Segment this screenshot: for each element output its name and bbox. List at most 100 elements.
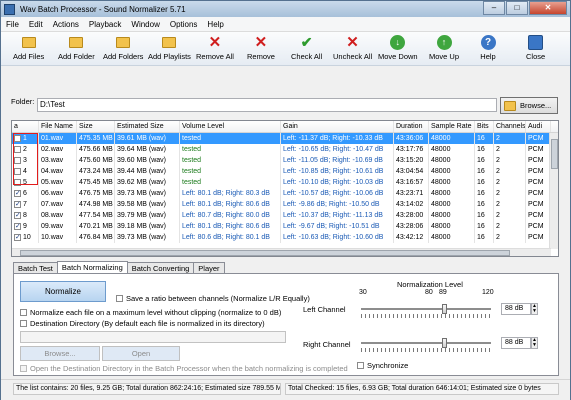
synchronize-checkbox-box[interactable] [357, 362, 364, 369]
row-volume-level: Left: 80.1 dB; Right: 80.3 dB [180, 188, 281, 199]
add-folder-button[interactable]: Add Folder [58, 35, 95, 61]
add-folders-button[interactable]: Add Folders [103, 35, 143, 61]
ratio-checkbox[interactable]: Save a ratio between channels (Normalize… [116, 294, 310, 303]
ratio-checkbox-box[interactable] [116, 295, 123, 302]
row-bits: 16 [475, 188, 494, 199]
maximize-button[interactable]: □ [506, 1, 528, 15]
table-row[interactable]: 5 05.wav 475.45 MB 39.62 MB (wav) tested Left… [12, 177, 558, 188]
table-row[interactable]: ✓ 7 07.wav 474.98 MB 39.58 MB (wav) Left: 80.… [12, 199, 558, 210]
col-header-est-size[interactable]: Estimated Size [115, 121, 180, 132]
dest-browse-button[interactable]: Browse... [20, 346, 100, 361]
row-checkbox[interactable]: ✓ [14, 233, 21, 241]
tab-batch-normalizing[interactable]: Batch Normalizing [56, 261, 128, 273]
col-header-sample-rate[interactable]: Sample Rate [429, 121, 475, 132]
add-playlists-button[interactable]: Add Playlists [148, 35, 191, 61]
tab-batch-converting[interactable]: Batch Converting [126, 262, 195, 273]
tab-batch-test[interactable]: Batch Test [13, 262, 58, 273]
menu-options[interactable]: Options [165, 20, 203, 29]
col-header-volume[interactable]: Volume Level [180, 121, 281, 132]
close-button[interactable]: Close [526, 35, 545, 61]
dest-open-button[interactable]: Open [102, 346, 180, 361]
col-header-channels[interactable]: Channels [494, 121, 526, 132]
row-checkbox-cell[interactable]: ✓ 6 [12, 188, 39, 199]
minimize-button[interactable]: – [483, 1, 505, 15]
table-row[interactable]: ✓ 9 09.wav 470.21 MB 39.18 MB (wav) Left: 80.… [12, 221, 558, 232]
col-header-duration[interactable]: Duration [394, 121, 429, 132]
col-header-check[interactable]: a [12, 121, 39, 132]
tab-player[interactable]: Player [193, 262, 225, 273]
row-checkbox[interactable]: ✓ [14, 211, 21, 219]
row-file-name: 02.wav [39, 144, 77, 155]
dest-dir-checkbox-box[interactable] [20, 320, 27, 327]
max-level-checkbox[interactable]: Normalize each file on a maximum level w… [20, 308, 281, 317]
right-channel-track[interactable] [361, 342, 491, 344]
left-channel-thumb[interactable] [441, 304, 447, 314]
app-icon [4, 3, 15, 15]
add-folder-label: Add Folder [58, 52, 95, 61]
right-channel-thumb[interactable] [441, 338, 447, 348]
row-checkbox[interactable]: ✓ [14, 222, 21, 230]
normalize-button[interactable]: Normalize [20, 281, 106, 302]
table-row[interactable]: 4 04.wav 473.24 MB 39.44 MB (wav) tested Left… [12, 166, 558, 177]
synchronize-checkbox[interactable]: Synchronize [357, 361, 408, 370]
move-down-label: Move Down [378, 52, 418, 61]
remove-all-button[interactable]: ✕ Remove All [196, 35, 234, 61]
menu-actions[interactable]: Actions [48, 20, 84, 29]
file-table[interactable]: a File Name Size Estimated Size Volume L… [11, 120, 559, 257]
vertical-scrollbar[interactable] [549, 133, 558, 249]
open-dest-checkbox-box[interactable] [20, 365, 27, 372]
row-checkbox-cell[interactable]: ✓ 7 [12, 199, 39, 210]
max-level-checkbox-box[interactable] [20, 309, 27, 316]
menu-window[interactable]: Window [126, 20, 164, 29]
horizontal-scrollbar[interactable] [12, 248, 551, 256]
col-header-gain[interactable]: Gain [281, 121, 394, 132]
check-all-button[interactable]: ✔ Check All [291, 35, 322, 62]
uncheck-all-button[interactable]: ✕ Uncheck All [333, 35, 372, 61]
left-channel-spinner[interactable]: ▲ ▼ [531, 303, 538, 315]
synchronize-label: Synchronize [367, 361, 409, 370]
col-header-file-name[interactable]: File Name [39, 121, 77, 132]
menu-help[interactable]: Help [202, 20, 228, 29]
browse-folder-button[interactable]: Browse... [500, 97, 558, 114]
folder-path-input[interactable]: D:\Test [37, 98, 497, 112]
dest-dir-checkbox[interactable]: Destination Directory (By default each f… [20, 319, 265, 328]
open-dest-checkbox[interactable]: Open the Destination Directory in the Ba… [20, 364, 348, 373]
close-window-button[interactable]: ✕ [529, 1, 567, 15]
col-header-size[interactable]: Size [77, 121, 115, 132]
table-row[interactable]: ✓ 6 06.wav 476.75 MB 39.73 MB (wav) Left: 80.… [12, 188, 558, 199]
hscroll-thumb[interactable] [20, 250, 510, 256]
right-channel-db-input[interactable]: 88 dB [501, 337, 531, 349]
uncheck-all-label: Uncheck All [333, 52, 373, 61]
right-channel-spinner[interactable]: ▲ ▼ [531, 337, 538, 349]
col-header-audio[interactable]: Audi [526, 121, 551, 132]
table-row[interactable]: 1 01.wav 475.35 MB 39.61 MB (wav) tested Left… [12, 133, 558, 144]
menu-playback[interactable]: Playback [84, 20, 126, 29]
left-channel-track[interactable] [361, 308, 491, 310]
table-row[interactable]: ✓ 10 10.wav 476.84 MB 39.73 MB (wav) Left: 80… [12, 232, 558, 243]
add-files-button[interactable]: Add Files [13, 35, 44, 61]
row-audio-format: PCM [526, 177, 551, 188]
row-checkbox[interactable]: ✓ [14, 200, 21, 208]
row-checkbox[interactable]: ✓ [14, 189, 21, 197]
row-checkbox-cell[interactable]: ✓ 9 [12, 221, 39, 232]
row-checkbox-cell[interactable]: ✓ 8 [12, 210, 39, 221]
row-checkbox-cell[interactable]: ✓ 10 [12, 232, 39, 243]
remove-all-icon: ✕ [208, 34, 222, 51]
menu-file[interactable]: File [1, 20, 24, 29]
vscroll-thumb[interactable] [551, 139, 558, 169]
remove-button[interactable]: ✕ Remove [247, 35, 275, 61]
table-row[interactable]: 2 02.wav 475.66 MB 39.64 MB (wav) tested Left… [12, 144, 558, 155]
right-channel-label: Right Channel [303, 340, 351, 349]
table-row[interactable]: 3 03.wav 475.60 MB 39.60 MB (wav) tested Left… [12, 155, 558, 166]
table-row[interactable]: ✓ 8 08.wav 477.54 MB 39.79 MB (wav) Left: 80.… [12, 210, 558, 221]
menu-edit[interactable]: Edit [24, 20, 48, 29]
move-down-button[interactable]: ↓ Move Down [378, 35, 418, 61]
normalization-level-title: Normalization Level [397, 280, 463, 289]
row-index: 9 [23, 223, 27, 230]
help-button[interactable]: ? Help [480, 35, 496, 61]
col-header-bits[interactable]: Bits [475, 121, 494, 132]
dest-dir-input[interactable] [20, 331, 286, 343]
left-channel-db-input[interactable]: 88 dB [501, 303, 531, 315]
row-index: 6 [23, 190, 27, 197]
move-up-button[interactable]: ↑ Move Up [429, 35, 459, 61]
